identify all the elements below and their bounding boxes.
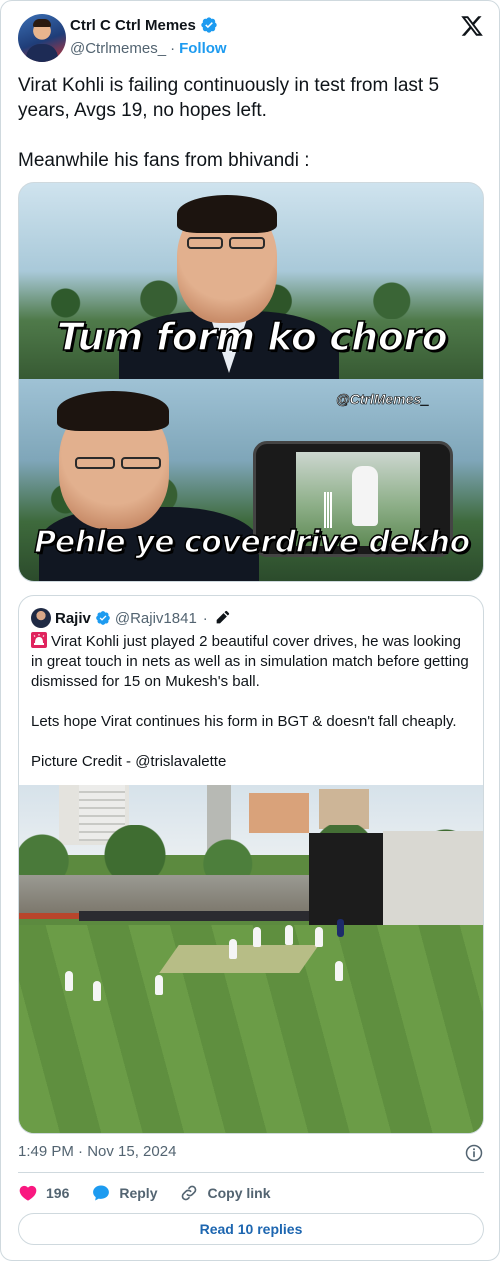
author-handle-row: @Ctrlmemes_ · Follow [70,40,227,57]
like-button[interactable]: 196 [18,1183,69,1203]
tweet-timestamp[interactable]: 1:49 PM · Nov 15, 2024 [18,1143,176,1160]
copy-link-label: Copy link [207,1185,271,1201]
quoted-tweet[interactable]: Rajiv @Rajiv1841 · Virat Kohli just play… [18,595,484,1134]
verified-badge-icon [201,17,217,33]
reply-label: Reply [119,1185,158,1201]
reply-bubble-icon [93,1185,110,1201]
tweet-text-line: Virat Kohli is failing continuously in t… [18,75,440,121]
divider [18,1172,484,1173]
reply-button[interactable]: Reply [91,1183,157,1203]
meme-caption-top: Tum form ko choro [56,314,448,360]
tweet-text-line: Meanwhile his fans from bhivandi : [18,150,310,171]
quoted-author-avatar[interactable] [31,608,51,628]
tweet-text: Virat Kohli is failing continuously in t… [18,73,484,173]
tweet-header: Ctrl C Ctrl Memes @Ctrlmemes_ · Follow [18,14,484,62]
quoted-tweet-paragraph: Lets hope Virat continues his form in BG… [31,713,457,730]
meme-watermark: @CtrlMemes_ [335,391,430,408]
meme-panel-top: Tum form ko choro [19,183,483,379]
cricket-ground-photo[interactable] [19,785,483,1133]
follow-button[interactable]: Follow [179,40,227,57]
quoted-author-handle: @Rajiv1841 [114,609,197,627]
heart-icon [19,1185,37,1201]
separator-dot: · [170,40,176,57]
author-avatar[interactable] [18,14,66,62]
info-icon[interactable] [464,1143,484,1163]
tweet-card: Ctrl C Ctrl Memes @Ctrlmemes_ · Follow V… [0,0,500,1261]
quoted-tweet-text: Virat Kohli just played 2 beautiful cove… [31,632,473,772]
quoted-tweet-header: Rajiv @Rajiv1841 · [31,608,230,628]
timestamp-row: 1:49 PM · Nov 15, 2024 [18,1143,484,1163]
author-name-row: Ctrl C Ctrl Memes [70,16,218,34]
meme-image[interactable]: Tum form ko choro @CtrlMemes_ Pehle ye c… [18,182,484,582]
x-logo-icon[interactable] [460,14,484,38]
author-handle[interactable]: @Ctrlmemes_ [70,40,166,57]
action-bar: 196 Reply Copy link [18,1181,293,1205]
quoted-tweet-paragraph: Virat Kohli just played 2 beautiful cove… [31,633,469,690]
verified-badge-icon [96,611,110,625]
likes-count: 196 [46,1185,70,1201]
copy-link-button[interactable]: Copy link [179,1183,271,1203]
read-replies-button[interactable]: Read 10 replies [18,1213,484,1245]
separator-dot: · [202,609,208,627]
quoted-author-name[interactable]: Rajiv [55,610,91,627]
quoted-tweet-paragraph: Picture Credit - @trislavalette [31,753,227,770]
meme-panel-bottom: @CtrlMemes_ Pehle ye coverdrive dekho [19,379,483,581]
edited-pen-icon[interactable] [214,610,230,626]
author-name[interactable]: Ctrl C Ctrl Memes [70,17,196,34]
link-icon [182,1185,197,1201]
siren-icon [31,632,47,648]
meme-caption-bottom: Pehle ye coverdrive dekho [33,524,471,561]
